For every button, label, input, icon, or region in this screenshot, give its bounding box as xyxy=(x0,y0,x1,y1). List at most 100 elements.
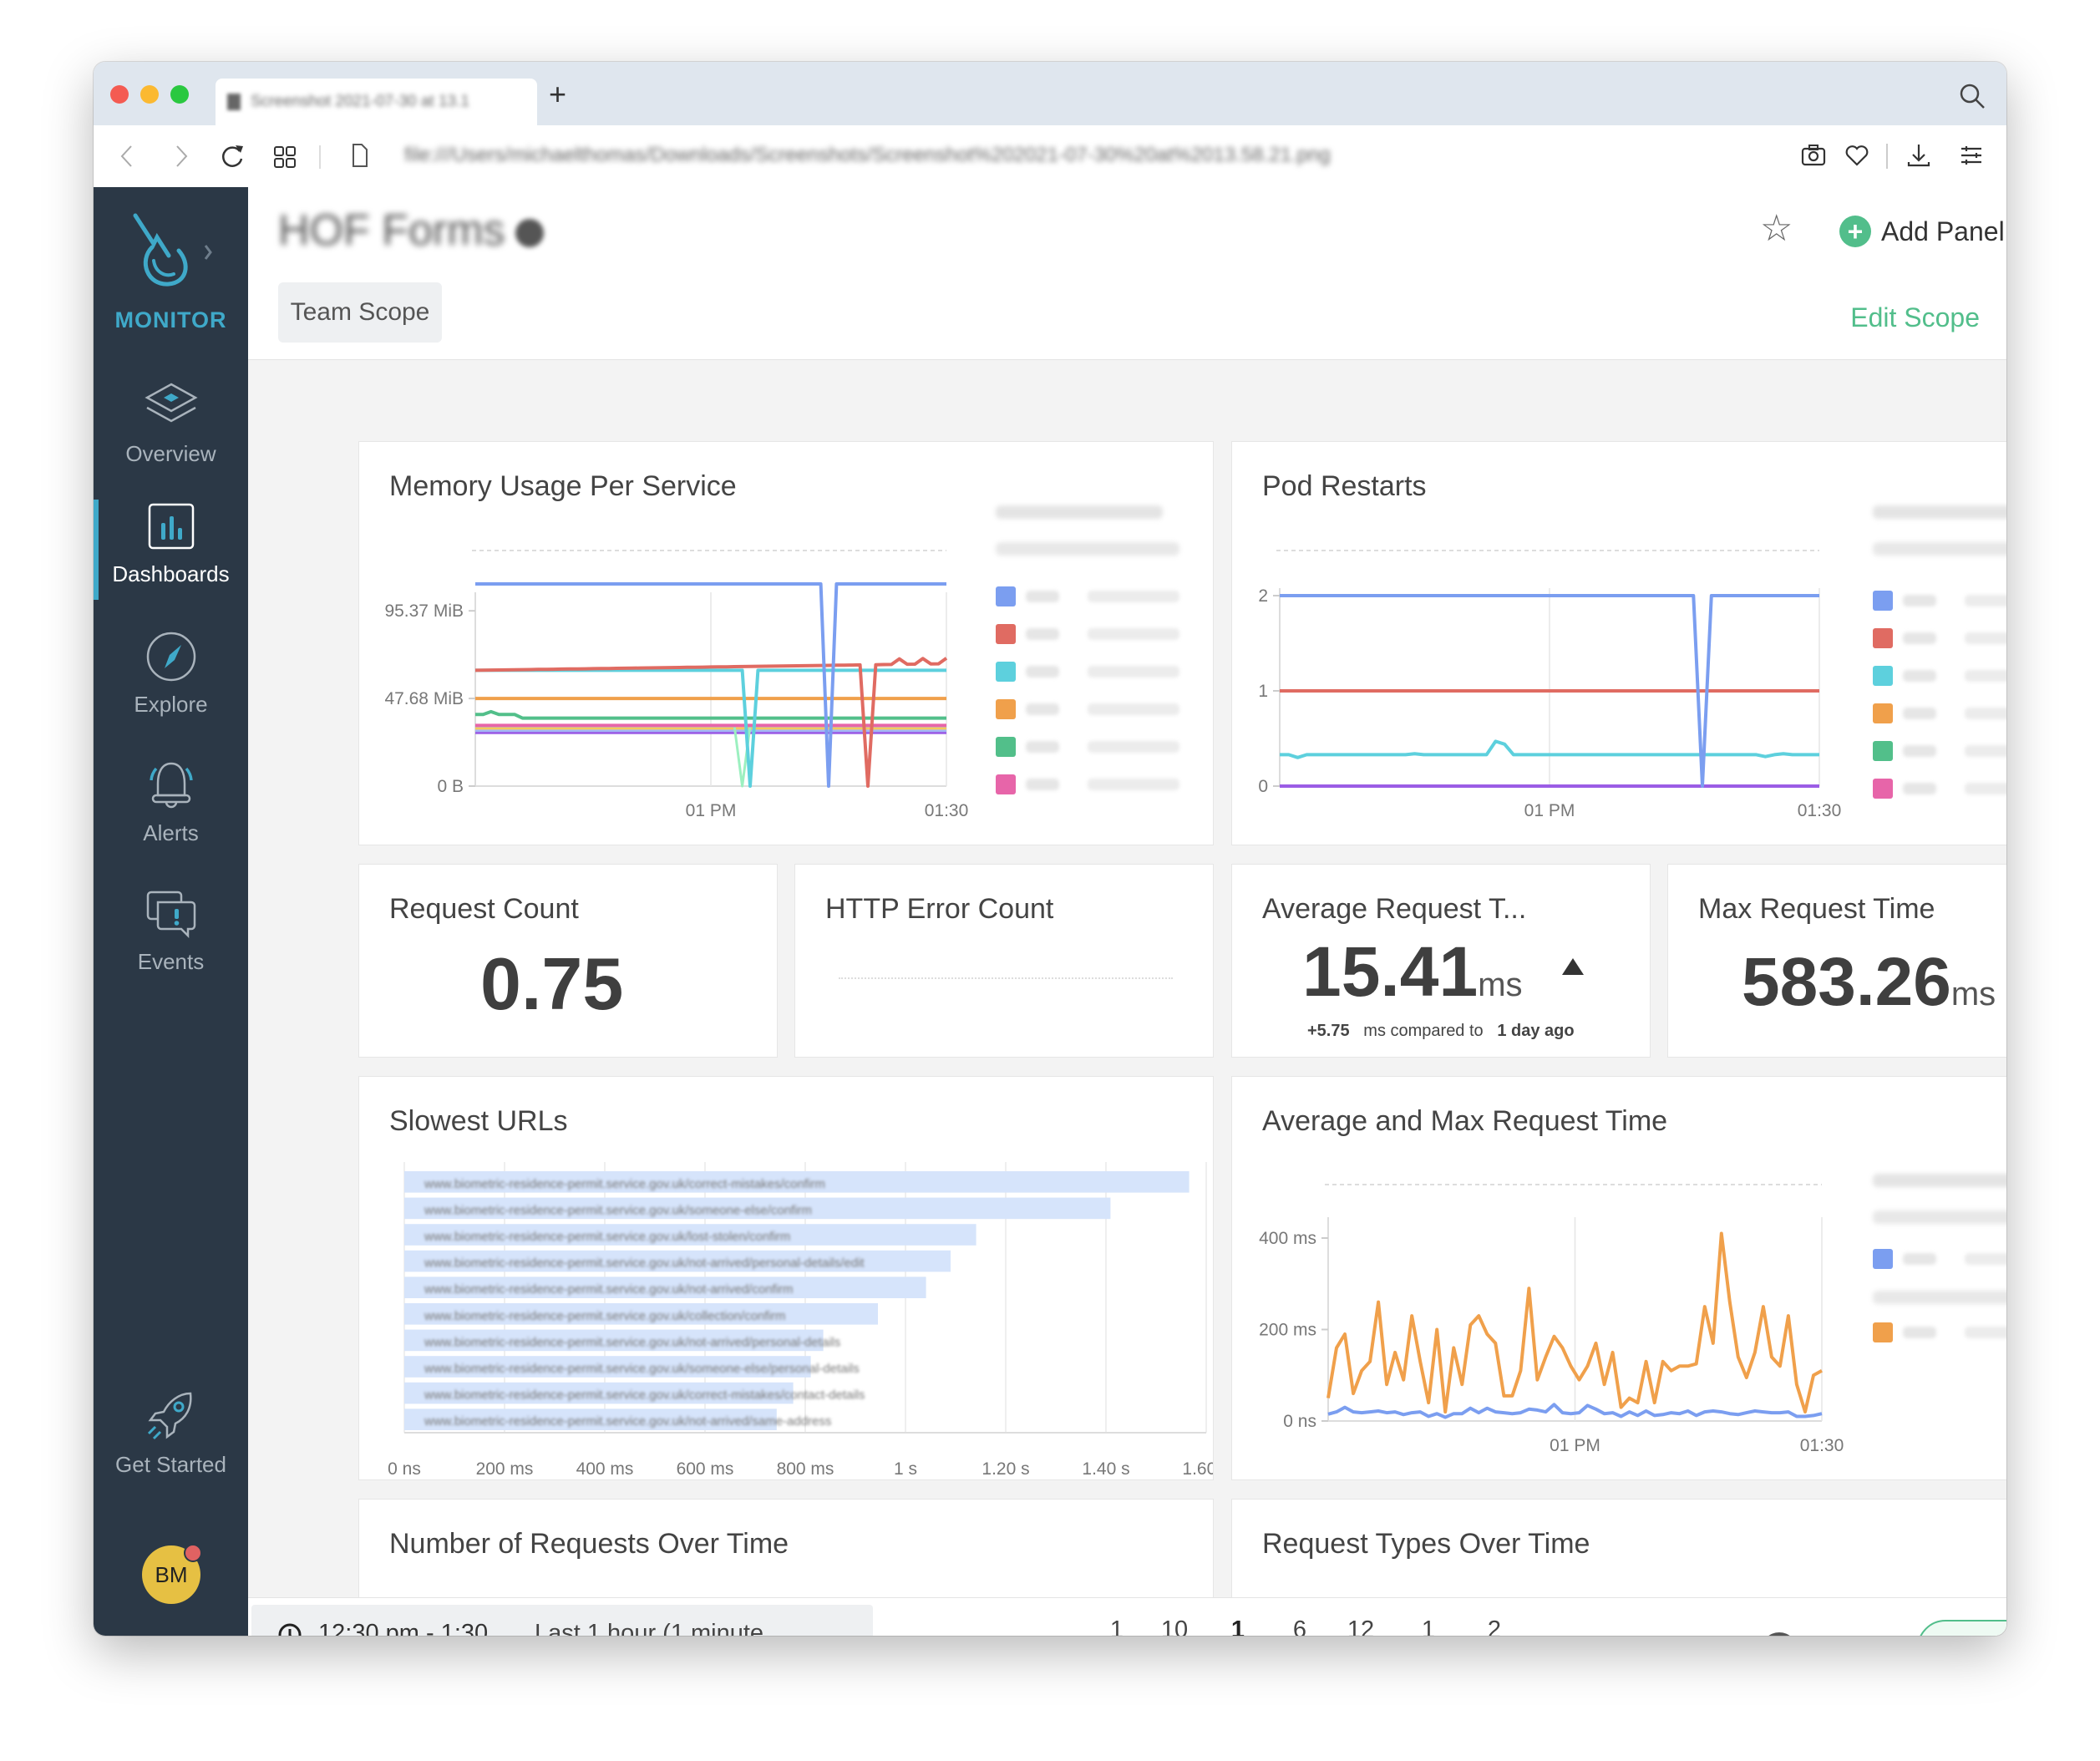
y-tick-label: 95.37 MiB xyxy=(384,601,464,621)
heart-icon[interactable] xyxy=(1844,144,1869,167)
user-avatar[interactable]: BM xyxy=(142,1544,202,1604)
camera-icon[interactable] xyxy=(1801,144,1826,167)
new-tab-button[interactable]: + xyxy=(549,77,566,112)
legend-value xyxy=(1965,595,2006,606)
sidebar-item-dashboards[interactable]: Dashboards xyxy=(94,500,248,608)
y-tick-label: 0 xyxy=(1258,777,1268,796)
range-number: 2 xyxy=(1487,1616,1502,1636)
download-icon[interactable] xyxy=(1906,142,1931,169)
legend-value xyxy=(1088,591,1179,602)
legend-name xyxy=(1026,779,1059,790)
average-request-time-panel[interactable]: Average Request T... 15.41ms +5.75 ms co… xyxy=(1231,864,1651,1058)
star-icon[interactable]: ☆ xyxy=(1760,207,1793,250)
sidebar: MONITOR Overview Dashboards Explore Aler… xyxy=(94,187,248,1636)
x-tick-label: 400 ms xyxy=(576,1459,634,1479)
range-option-2w[interactable]: 2W xyxy=(1474,1615,1515,1636)
compass-icon xyxy=(146,632,195,682)
trend-up-icon xyxy=(1562,958,1584,975)
monitor-logo-icon[interactable] xyxy=(119,209,219,292)
sidebar-item-alerts[interactable]: Alerts xyxy=(94,759,248,867)
legend-value xyxy=(1088,628,1179,640)
panel-title: Max Request Time xyxy=(1698,893,1935,925)
bar-label: www.biometric-residence-permit.service.g… xyxy=(424,1282,794,1297)
range-number: 6 xyxy=(1292,1616,1307,1636)
y-tick-label: 0 B xyxy=(437,777,464,796)
dashboard-title: HOF Forms xyxy=(278,206,505,255)
tab-bar: Screenshot 2021-07-30 at 13.1 + xyxy=(94,62,2006,127)
grid-icon[interactable] xyxy=(273,145,297,169)
minimize-window-button[interactable] xyxy=(140,85,159,104)
sidebar-item-overview[interactable]: Overview xyxy=(94,379,248,488)
toolbar-divider xyxy=(319,145,321,169)
y-tick-label: 47.68 MiB xyxy=(384,689,464,708)
range-option-1m[interactable]: 1M xyxy=(1096,1615,1138,1636)
x-tick-label: 800 ms xyxy=(777,1459,834,1479)
legend-value xyxy=(1088,741,1179,753)
close-window-button[interactable] xyxy=(110,85,129,104)
pod-restarts-panel[interactable]: Pod Restarts 0 1 2 01 PM 01:30 xyxy=(1231,441,2006,845)
range-option-12h[interactable]: 12H xyxy=(1340,1615,1382,1636)
sidebar-item-explore[interactable]: Explore xyxy=(94,630,248,738)
x-tick-label: 01:30 xyxy=(925,801,969,820)
browser-tab[interactable]: Screenshot 2021-07-30 at 13.1 xyxy=(216,79,537,127)
sidebar-item-events[interactable]: Events xyxy=(94,887,248,996)
legend-name xyxy=(1903,1253,1936,1265)
back-icon[interactable] xyxy=(119,144,135,169)
memory-usage-panel[interactable]: Memory Usage Per Service 0 B 47.68 MiB 95.… xyxy=(358,441,1214,845)
pod-restarts-chart: 0 1 2 01 PM 01:30 xyxy=(1258,505,2006,820)
edit-scope-link[interactable]: Edit Scope xyxy=(1850,302,1980,333)
legend-header xyxy=(1873,505,2006,519)
time-range-text: 12:30 pm - 1:30 pm xyxy=(318,1620,489,1636)
http-error-count-panel[interactable]: HTTP Error Count xyxy=(794,864,1214,1058)
request-count-value: 0.75 xyxy=(480,942,624,1025)
y-tick-label: 200 ms xyxy=(1259,1321,1316,1340)
maximize-window-button[interactable] xyxy=(170,85,189,104)
panel-title: Average Request T... xyxy=(1262,893,1527,925)
forward-icon[interactable] xyxy=(173,144,190,169)
bar-label: www.biometric-residence-permit.service.g… xyxy=(424,1256,865,1271)
avg-max-request-chart: 0 ns 200 ms 400 ms 01 PM 01:30 xyxy=(1259,1174,2006,1455)
legend-swatch xyxy=(996,699,1016,719)
live-button[interactable]: Live xyxy=(1917,1620,2006,1636)
reload-icon[interactable] xyxy=(219,142,246,170)
add-panel-button[interactable]: + Add Panel xyxy=(1839,211,2005,252)
settings-sliders-icon[interactable] xyxy=(1960,144,1983,167)
request-count-panel[interactable]: Request Count 0.75 xyxy=(358,864,778,1058)
legend-swatch xyxy=(1873,741,1893,761)
legend-name xyxy=(1026,741,1059,753)
max-request-time-panel[interactable]: Max Request Time 583.26ms xyxy=(1667,864,2006,1058)
max-value-unit: ms xyxy=(1950,976,1996,1012)
time-controls-bar: 12:30 pm - 1:30 pm Last 1 hour (1 minute… xyxy=(248,1597,2006,1636)
legend-value xyxy=(1088,703,1179,715)
bar-label: www.biometric-residence-permit.service.g… xyxy=(424,1309,785,1323)
avg-max-request-panel[interactable]: Average and Max Request Time 0 ns 200 ms 4… xyxy=(1231,1076,2006,1480)
legend-swatch xyxy=(996,624,1016,644)
active-indicator xyxy=(94,500,99,600)
time-range-picker[interactable]: 12:30 pm - 1:30 pm Last 1 hour (1 minute… xyxy=(251,1605,873,1636)
bar-label: www.biometric-residence-permit.service.g… xyxy=(424,1203,812,1217)
y-tick-label: 400 ms xyxy=(1259,1229,1316,1248)
clock-icon xyxy=(278,1623,302,1636)
slowest-urls-panel[interactable]: Slowest URLs 0 ns 200 ms 400 ms 600 ms 800 m… xyxy=(358,1076,1214,1480)
range-option-10m[interactable]: 10M xyxy=(1154,1615,1195,1636)
get-started-button[interactable]: Get Started xyxy=(94,1390,248,1499)
skip-back-icon[interactable] xyxy=(1702,1635,1728,1636)
sidebar-item-label: Dashboards xyxy=(112,561,230,586)
team-scope-chip[interactable]: Team Scope xyxy=(278,282,442,343)
search-icon[interactable] xyxy=(1958,82,1986,110)
address-bar[interactable]: file:///Users/michaelthomas/Downloads/Sc… xyxy=(404,144,1331,167)
legend-value xyxy=(1965,783,2006,794)
skip-forward-icon[interactable] xyxy=(1829,1635,1855,1636)
toolbar-divider xyxy=(1886,144,1888,169)
range-option-6h[interactable]: 6H xyxy=(1279,1615,1321,1636)
sidebar-item-label: Alerts xyxy=(143,820,199,845)
pause-icon[interactable] xyxy=(1760,1632,1798,1636)
plus-icon: + xyxy=(1839,216,1871,247)
legend-group-label xyxy=(1873,1210,2006,1224)
range-option-1h[interactable]: 1H xyxy=(1217,1615,1259,1636)
legend-swatch xyxy=(996,737,1016,757)
avg-comparison: +5.75 ms compared to 1 day ago xyxy=(1307,1022,1575,1041)
x-tick-label: 1.20 s xyxy=(982,1459,1029,1479)
range-option-1d[interactable]: 1D xyxy=(1408,1615,1449,1636)
x-tick-label: 01:30 xyxy=(1800,1436,1844,1455)
